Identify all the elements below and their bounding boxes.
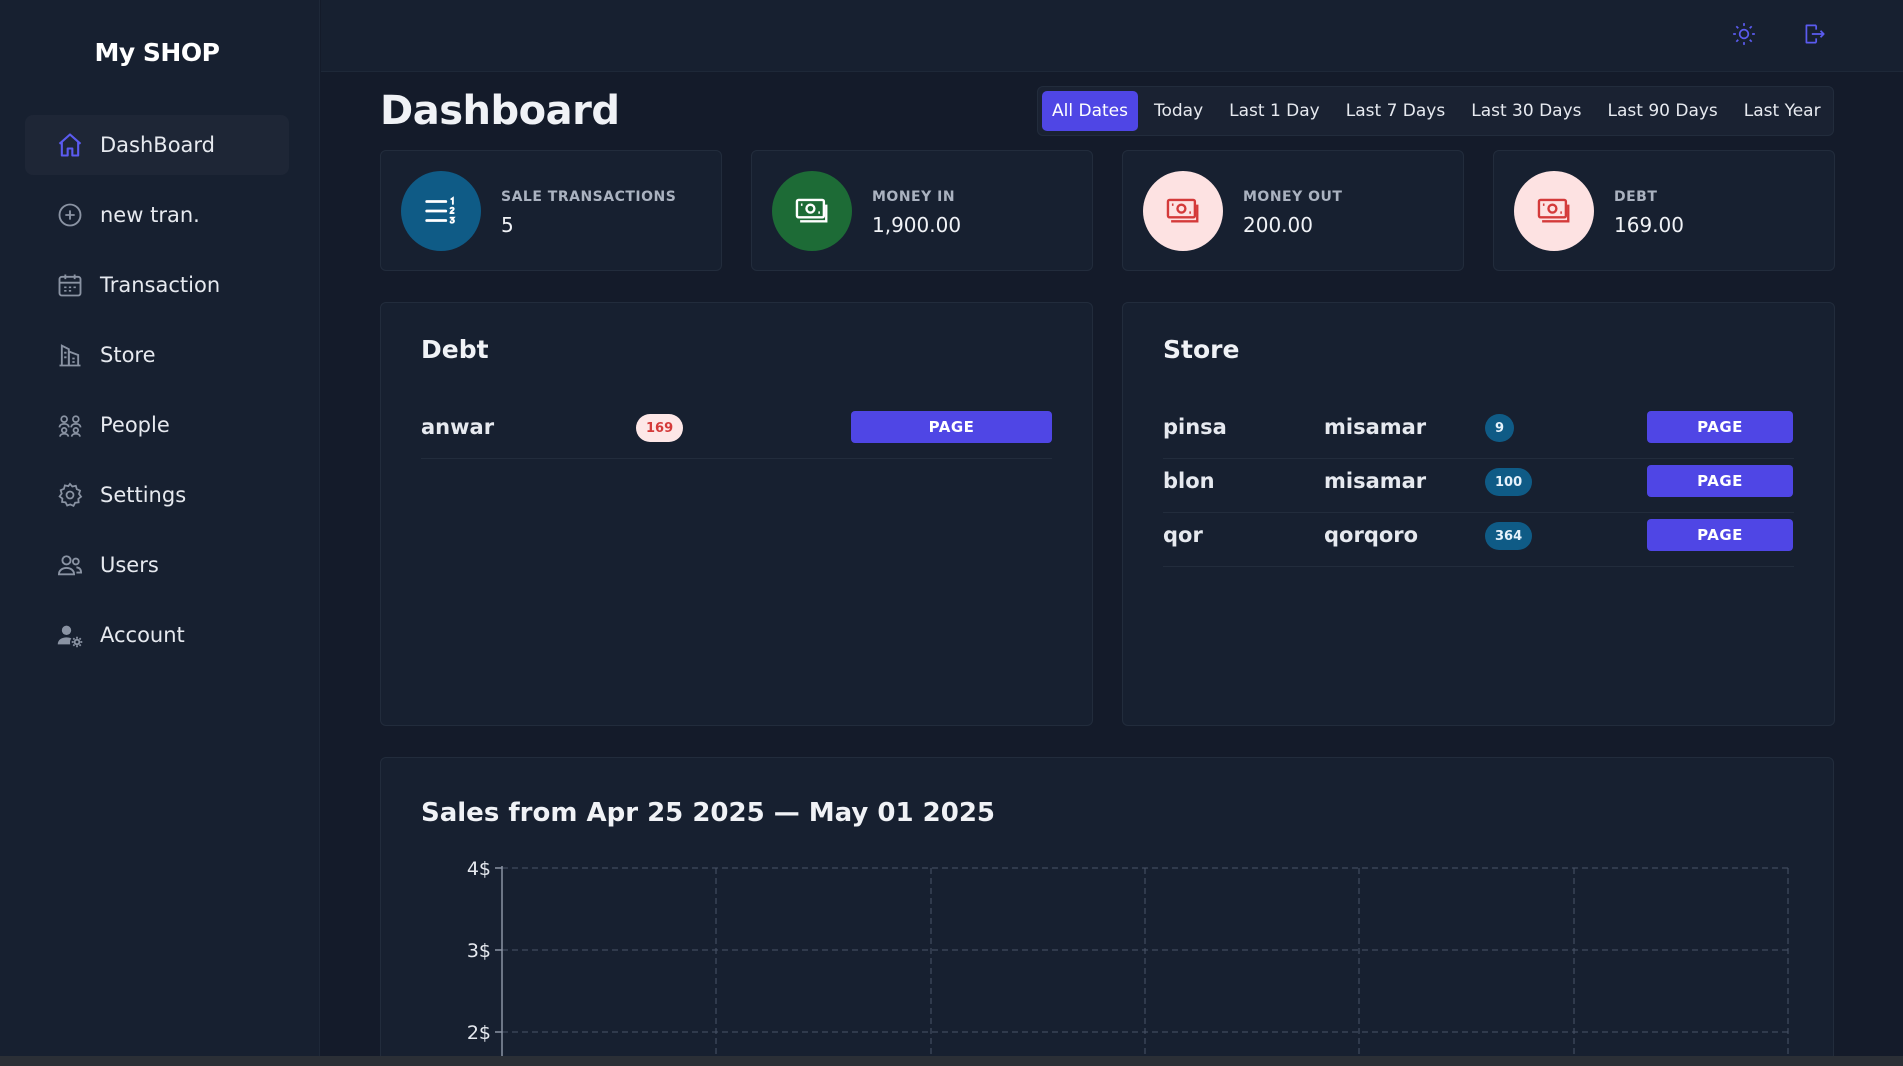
stat-value: 5: [501, 213, 514, 237]
sidebar-item-label: new tran.: [100, 203, 200, 227]
user-settings-icon: [56, 621, 84, 649]
stat-card-money-in: MONEY IN 1,900.00: [751, 150, 1093, 271]
sidebar-item-people[interactable]: People: [25, 395, 289, 455]
sidebar-item-label: Store: [100, 343, 156, 367]
store-row: qor qorqoro 364 PAGE: [1163, 513, 1794, 567]
stat-card-debt: DEBT 169.00: [1493, 150, 1835, 271]
page-title: Dashboard: [380, 88, 620, 134]
y-tick-label: 4$: [467, 858, 491, 880]
brand-logo[interactable]: My SHOP: [0, 38, 314, 67]
y-tick-label: 3$: [467, 940, 491, 962]
sidebar-item-label: People: [100, 413, 170, 437]
store-row: pinsa misamar 9 PAGE: [1163, 405, 1794, 459]
money-icon: [1514, 171, 1594, 251]
store-count-badge: 364: [1485, 522, 1533, 550]
sidebar-item-new-transaction[interactable]: new tran.: [25, 185, 289, 245]
store-count-badge: 100: [1485, 468, 1533, 496]
top-bar: [321, 0, 1903, 72]
store-panel: Store pinsa misamar 9 PAGE blon misamar …: [1122, 302, 1835, 726]
sidebar: My SHOP DashBoard new tran. Transaction …: [0, 0, 320, 1066]
sidebar-item-label: DashBoard: [100, 133, 216, 157]
store-owner-name: misamar: [1324, 415, 1427, 439]
numbered-list-icon: [401, 171, 481, 251]
store-count-badge: 9: [1485, 414, 1515, 442]
date-range-filter: All Dates Today Last 1 Day Last 7 Days L…: [1037, 86, 1834, 136]
chart-grid: [502, 867, 1789, 1066]
debt-panel: Debt anwar 169 PAGE: [380, 302, 1093, 726]
panel-title: Debt: [421, 335, 489, 364]
people-icon: [56, 411, 84, 439]
store-owner-name: qorqoro: [1324, 523, 1419, 547]
store-page-button[interactable]: PAGE: [1647, 411, 1793, 443]
users-icon: [56, 551, 84, 579]
y-tick-label: 2$: [467, 1022, 491, 1044]
debt-row: anwar 169 PAGE: [421, 405, 1052, 459]
store-owner-name: misamar: [1324, 469, 1427, 493]
store-item-name: blon: [1163, 469, 1215, 493]
stat-value: 200.00: [1243, 213, 1313, 237]
gear-icon: [56, 481, 84, 509]
calendar-icon: [56, 271, 84, 299]
stat-label: MONEY OUT: [1243, 189, 1343, 205]
sidebar-item-settings[interactable]: Settings: [25, 465, 289, 525]
debt-amount-badge: 169: [636, 414, 684, 442]
stat-value: 1,900.00: [872, 213, 962, 237]
sidebar-item-transaction[interactable]: Transaction: [25, 255, 289, 315]
range-all-dates[interactable]: All Dates: [1042, 91, 1138, 131]
money-icon: [772, 171, 852, 251]
stat-card-money-out: MONEY OUT 200.00: [1122, 150, 1464, 271]
store-row: blon misamar 100 PAGE: [1163, 459, 1794, 513]
range-last-90-days[interactable]: Last 90 Days: [1598, 91, 1728, 131]
sales-chart-panel: Sales from Apr 25 2025 — May 01 2025 4$ …: [380, 757, 1834, 1066]
store-item-name: qor: [1163, 523, 1203, 547]
range-today[interactable]: Today: [1144, 91, 1213, 131]
sidebar-item-label: Users: [100, 553, 159, 577]
sidebar-item-store[interactable]: Store: [25, 325, 289, 385]
stat-label: MONEY IN: [872, 189, 956, 205]
sun-icon[interactable]: [1729, 19, 1759, 49]
stat-label: DEBT: [1614, 189, 1658, 205]
sidebar-item-dashboard[interactable]: DashBoard: [25, 115, 289, 175]
logout-icon[interactable]: [1799, 19, 1829, 49]
sales-chart: 4$ 3$ 2$: [467, 858, 1789, 1066]
sidebar-item-account[interactable]: Account: [25, 605, 289, 665]
store-page-button[interactable]: PAGE: [1647, 465, 1793, 497]
range-last-1-day[interactable]: Last 1 Day: [1219, 91, 1330, 131]
window-bottom-edge: [0, 1056, 1903, 1066]
sidebar-item-label: Account: [100, 623, 185, 647]
sidebar-item-users[interactable]: Users: [25, 535, 289, 595]
store-page-button[interactable]: PAGE: [1647, 519, 1793, 551]
stat-value: 169.00: [1614, 213, 1684, 237]
range-last-7-days[interactable]: Last 7 Days: [1336, 91, 1455, 131]
money-icon: [1143, 171, 1223, 251]
range-last-30-days[interactable]: Last 30 Days: [1461, 91, 1591, 131]
building-icon: [56, 341, 84, 369]
stat-label: SALE TRANSACTIONS: [501, 189, 677, 205]
debtor-name: anwar: [421, 415, 495, 439]
range-last-year[interactable]: Last Year: [1734, 91, 1831, 131]
stat-card-sale-transactions: SALE TRANSACTIONS 5: [380, 150, 722, 271]
plus-circle-icon: [56, 201, 84, 229]
panel-title: Store: [1163, 335, 1240, 364]
sidebar-nav: DashBoard new tran. Transaction Store Pe…: [25, 115, 289, 675]
store-item-name: pinsa: [1163, 415, 1227, 439]
home-icon: [56, 131, 84, 159]
sidebar-item-label: Transaction: [100, 273, 221, 297]
debt-page-button[interactable]: PAGE: [851, 411, 1052, 443]
sidebar-item-label: Settings: [100, 483, 187, 507]
